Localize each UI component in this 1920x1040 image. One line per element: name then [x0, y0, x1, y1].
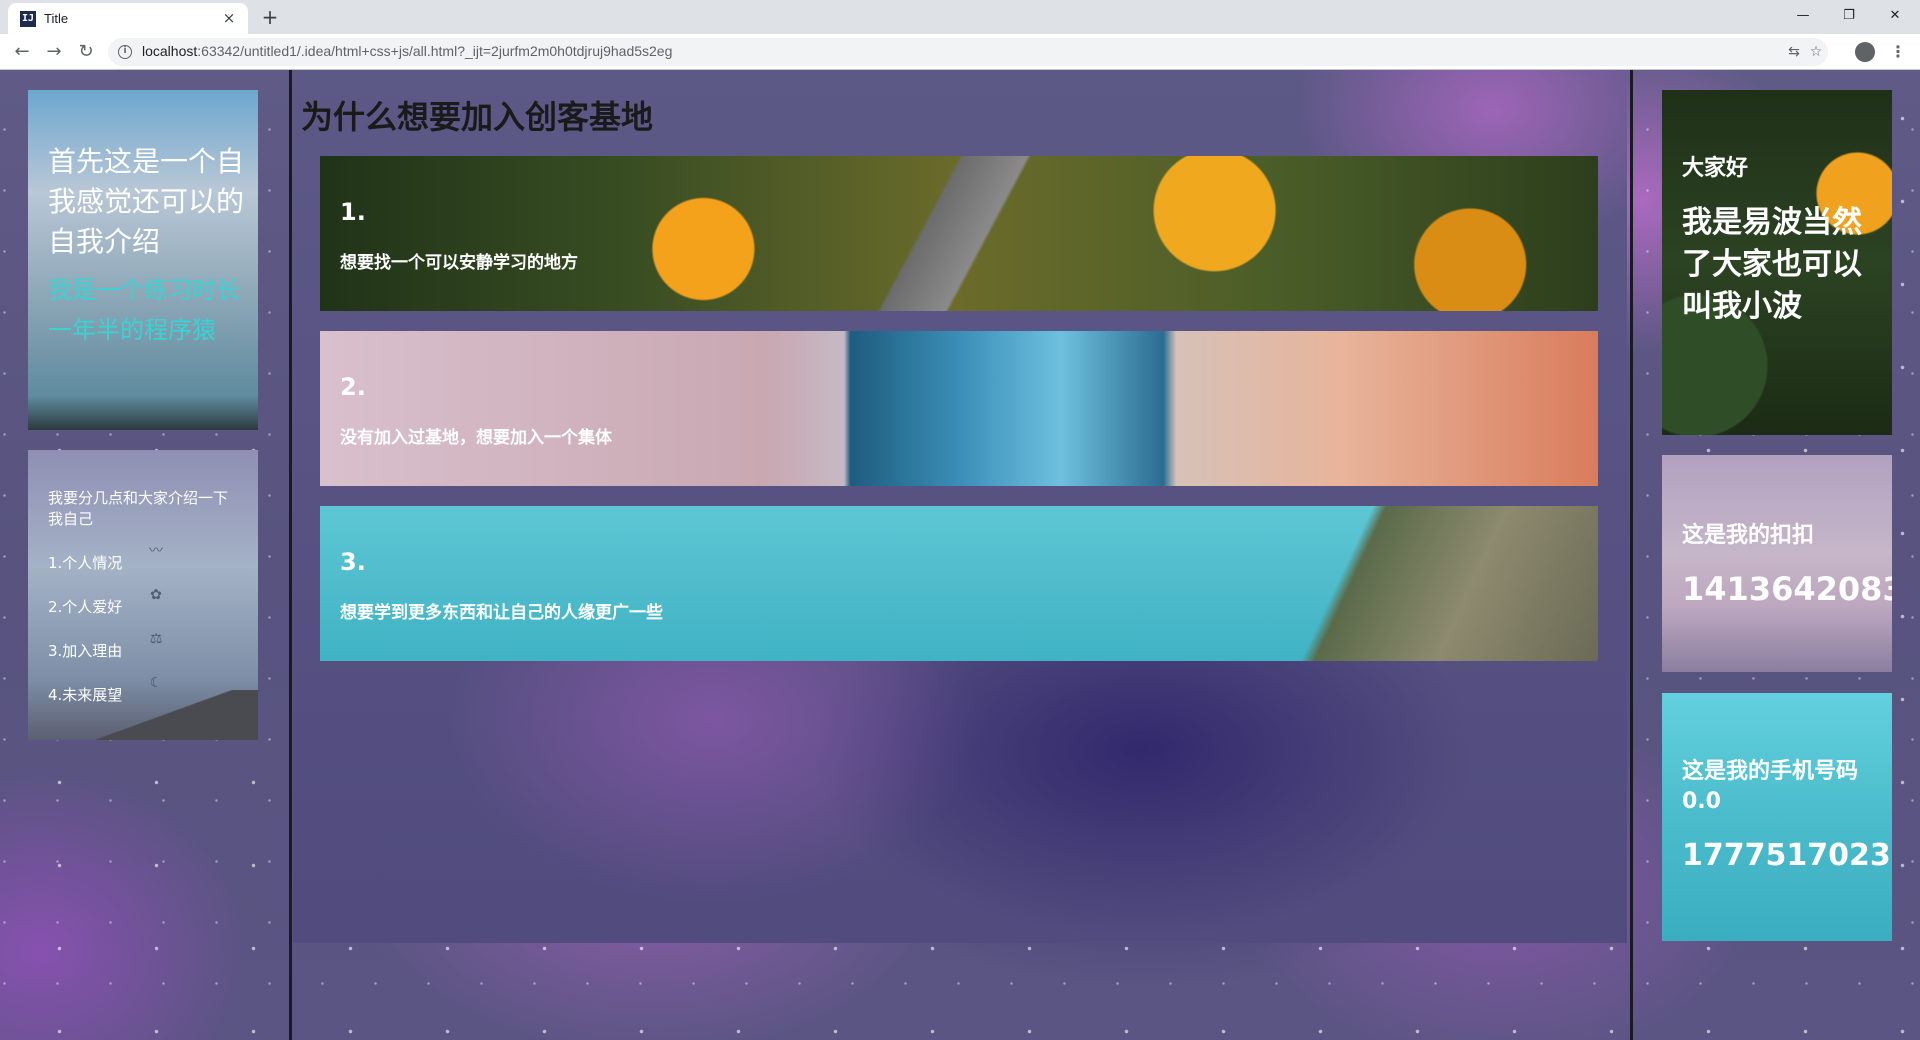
translate-icon[interactable]: ⇆ — [1784, 42, 1804, 62]
self-intro-text: 我是易波当然了大家也可以叫我小波 — [1682, 205, 1862, 324]
topic-item-personal[interactable]: 1.个人情况 — [48, 552, 122, 573]
qq-number: 1413642083 — [1682, 570, 1892, 608]
mountain-silhouette — [28, 690, 258, 740]
qq-card: 这是我的扣扣 1413642083 — [1662, 455, 1892, 672]
intellij-favicon-icon: IJ — [20, 11, 36, 27]
address-bar[interactable]: i localhost:63342/untitled1/.idea/html+c… — [108, 38, 1828, 66]
url-host: localhost — [142, 43, 198, 59]
page-content: 首先这是一个自我感觉还可以的自我介绍 我是一个练习时长一年半的程序猿 我要分几点… — [0, 70, 1920, 1040]
intro-accent-text: 我是一个练习时长一年半的程序猿 — [48, 276, 240, 344]
reason-banner-2: 2. 没有加入过基地，想要加入一个集体 — [320, 331, 1598, 486]
topics-title: 我要分几点和大家介绍一下我自己 — [48, 489, 229, 528]
url-path: :63342/untitled1/.idea/html+css+js/all.h… — [197, 43, 673, 59]
reason-number: 1. — [340, 198, 366, 226]
reload-icon[interactable]: ↻ — [74, 40, 98, 64]
topics-card: 我要分几点和大家介绍一下我自己 1.个人情况 〰 2.个人爱好 ✿ 3.加入理由… — [28, 450, 258, 740]
tab-title: Title — [44, 11, 69, 26]
reason-text: 想要学到更多东西和让自己的人缘更广一些 — [340, 603, 663, 623]
intro-headline: 首先这是一个自我感觉还可以的自我介绍 — [48, 145, 245, 258]
url-text[interactable]: localhost:63342/untitled1/.idea/html+css… — [142, 43, 672, 59]
greeting-card: 大家好 我是易波当然了大家也可以叫我小波 — [1662, 90, 1892, 435]
browser-tab[interactable]: IJ Title × — [8, 3, 248, 34]
mustache-icon: 〰 — [149, 543, 163, 559]
reason-text: 想要找一个可以安静学习的地方 — [340, 253, 578, 273]
reasons-panel: 为什么想要加入创客基地 1. 想要找一个可以安静学习的地方 2. 没有加入过基地… — [293, 70, 1627, 943]
bookmark-star-icon[interactable]: ☆ — [1806, 42, 1826, 62]
right-divider — [1630, 70, 1633, 1040]
browser-toolbar: ← → ↻ i localhost:63342/untitled1/.idea/… — [0, 34, 1920, 70]
phone-card: 这是我的手机号码0.0 17775170236 — [1662, 693, 1892, 941]
intro-card: 首先这是一个自我感觉还可以的自我介绍 我是一个练习时长一年半的程序猿 — [28, 90, 258, 430]
reason-number: 2. — [340, 373, 366, 401]
window-restore-button[interactable]: ❐ — [1826, 2, 1872, 30]
back-icon[interactable]: ← — [10, 40, 34, 64]
scales-icon: ⚖ — [149, 631, 163, 647]
topic-item-reasons[interactable]: 3.加入理由 — [48, 640, 122, 661]
reason-text: 没有加入过基地，想要加入一个集体 — [340, 428, 612, 448]
topic-item-hobbies[interactable]: 2.个人爱好 — [48, 596, 122, 617]
window-close-button[interactable]: ✕ — [1872, 2, 1918, 30]
phone-number: 17775170236 — [1682, 838, 1892, 873]
phone-label: 这是我的手机号码0.0 — [1682, 759, 1859, 814]
reason-banner-1: 1. 想要找一个可以安静学习的地方 — [320, 156, 1598, 311]
tab-close-icon[interactable]: × — [220, 9, 238, 27]
qq-label: 这是我的扣扣 — [1682, 523, 1815, 548]
profile-avatar-icon[interactable] — [1855, 42, 1875, 62]
reason-number: 3. — [340, 548, 366, 576]
site-info-icon[interactable]: i — [118, 45, 132, 59]
browser-menu-icon[interactable]: ⋮ — [1888, 40, 1908, 64]
flower-icon: ✿ — [150, 587, 162, 603]
greeting-text: 大家好 — [1682, 156, 1749, 181]
new-tab-button[interactable]: + — [258, 5, 282, 29]
window-minimize-button[interactable]: — — [1780, 2, 1826, 30]
left-divider — [289, 70, 292, 1040]
page-title: 为什么想要加入创客基地 — [301, 98, 654, 136]
forward-icon[interactable]: → — [42, 40, 66, 64]
tab-bar: IJ Title × + — ❐ ✕ — [0, 0, 1920, 34]
reason-banner-3: 3. 想要学到更多东西和让自己的人缘更广一些 — [320, 506, 1598, 661]
